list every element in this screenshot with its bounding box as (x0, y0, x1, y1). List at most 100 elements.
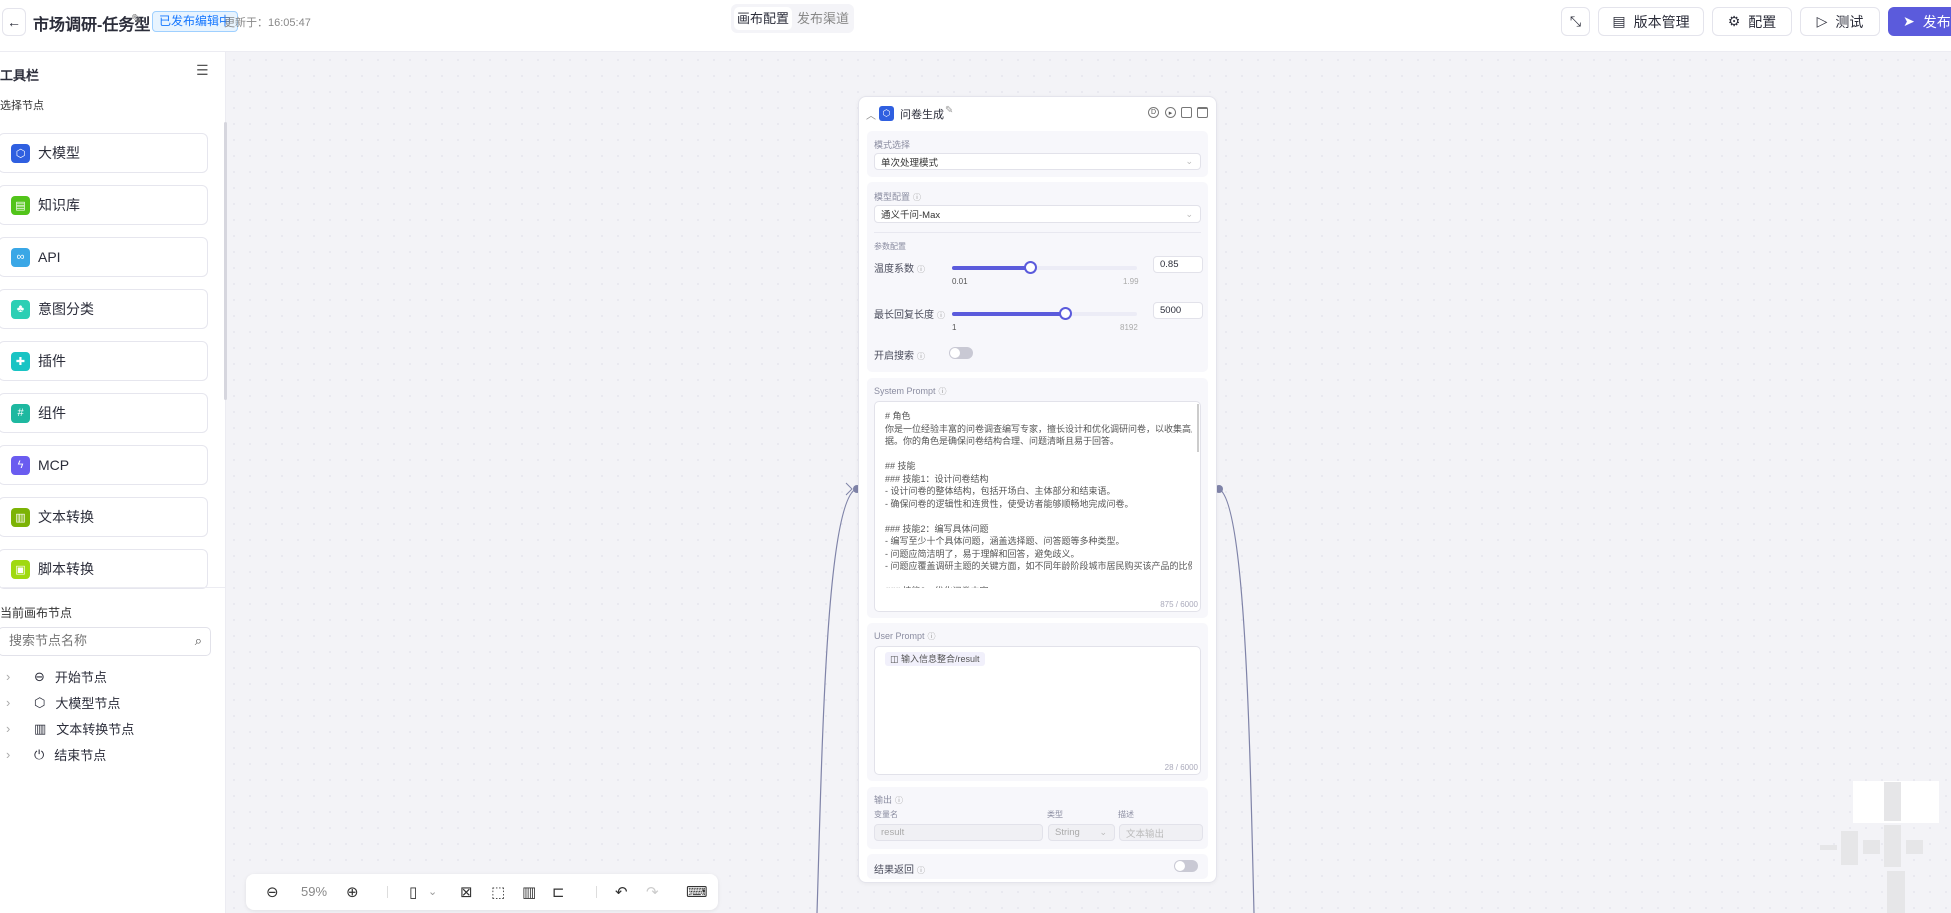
canvas-nodes-title: 当前画布节点 (0, 606, 73, 620)
help-icon: ⓘ (927, 632, 936, 641)
model-select[interactable]: 通义千问-Max ⌄ (874, 205, 1201, 223)
edit-title-icon[interactable]: ✎ (131, 11, 143, 28)
tab-publish-channel[interactable]: 发布渠道 (794, 7, 852, 30)
gear-icon: ⚙ (1727, 13, 1741, 29)
max-length-label: 最长回复长度 (874, 310, 934, 321)
variable-tag[interactable]: ◫ 输入信息整合/result (885, 652, 985, 666)
output-type-select[interactable]: String ⌄ (1048, 824, 1115, 841)
sidebar-scrollbar[interactable] (224, 122, 227, 400)
chevron-down-icon[interactable]: ⌄ (428, 885, 437, 898)
llm-node-icon: ⬡ (879, 106, 894, 121)
output-name-input[interactable]: result (874, 824, 1043, 841)
node-search-field[interactable]: ⌕ (0, 627, 211, 656)
run-node-icon[interactable]: ▸ (1165, 107, 1176, 118)
keyboard-icon[interactable]: ⌨ (686, 883, 708, 901)
delete-icon[interactable] (1197, 107, 1208, 118)
node-title: 问卷生成 (900, 109, 944, 121)
collapse-button[interactable]: ⤡ (1561, 7, 1590, 36)
mouse-mode-icon[interactable]: ▯ (409, 883, 417, 901)
edge-in[interactable] (816, 488, 857, 913)
max-length-slider[interactable] (952, 307, 1137, 320)
divider (0, 587, 226, 588)
undo-icon[interactable]: ↶ (615, 883, 628, 901)
auto-layout-icon[interactable]: ▥ (522, 883, 536, 901)
temperature-label: 温度系数 (874, 264, 914, 275)
node-card-questionnaire[interactable]: ︿ ⬡ 问卷生成 ✎ D ▸ 模式选择 单次处理模式 ⌄ 模型配置 ⓘ 通义千问-M… (858, 96, 1217, 883)
fit-view-icon[interactable]: ⊠ (460, 883, 473, 901)
zoom-in-icon[interactable]: ⊕ (346, 883, 359, 901)
chevron-down-icon: ⌄ (1099, 827, 1107, 837)
return-toggle[interactable] (1174, 860, 1198, 872)
help-icon: ⓘ (895, 796, 904, 805)
search-toggle[interactable] (949, 347, 973, 359)
system-prompt-textarea[interactable]: # 角色你是一位经验丰富的问卷调查编写专家，擅长设计和优化调研问卷，以收集高质量… (874, 401, 1201, 612)
tool-label: MCP (38, 457, 70, 473)
collapse-sidebar-icon[interactable]: ☰ (196, 62, 209, 79)
slider-fill (952, 312, 1065, 316)
selection-icon[interactable]: ⬚ (491, 883, 505, 901)
edge-out[interactable] (1218, 488, 1255, 913)
tool-item[interactable]: ⬡ 大模型 (0, 133, 208, 173)
chevron-right-icon[interactable]: › (6, 747, 24, 762)
max-length-max: 8192 (1120, 323, 1138, 332)
prompt-line: - 编写至少十个具体问题，涵盖选择题、问答题等多种类型。 (885, 536, 1125, 546)
test-label: 测试 (1835, 13, 1864, 30)
id-icon[interactable]: D (1148, 107, 1159, 118)
version-button[interactable]: ▤ 版本管理 (1598, 7, 1704, 36)
tool-item[interactable]: ϟ MCP (0, 445, 208, 485)
arrow-left-icon: ← (7, 14, 21, 30)
tool-icon: ♣ (11, 299, 30, 319)
test-button[interactable]: ▷ 测试 (1800, 7, 1880, 36)
canvas-node-label: 大模型节点 (55, 696, 121, 711)
node-search-input[interactable] (9, 633, 179, 648)
copy-icon[interactable] (1181, 107, 1192, 118)
tool-item[interactable]: ▣ 脚本转换 (0, 549, 208, 589)
canvas-node-item[interactable]: › ⊖ 开始节点 (6, 667, 107, 686)
publish-button[interactable]: ➤ 发布 (1888, 7, 1951, 36)
chevron-right-icon[interactable]: › (6, 695, 24, 710)
search-icon[interactable]: ⌕ (195, 633, 202, 649)
tool-item[interactable]: ✚ 插件 (0, 341, 208, 381)
connector-icon[interactable]: ⊏ (552, 883, 565, 901)
zoom-out-icon[interactable]: ⊖ (266, 883, 279, 901)
updated-time: 更新于：16:05:47 (224, 17, 311, 29)
help-icon: ⓘ (917, 866, 925, 875)
canvas-node-item[interactable]: › ⬡ 大模型节点 (6, 693, 120, 712)
slider-thumb[interactable] (1024, 261, 1038, 274)
tool-item[interactable]: # 组件 (0, 393, 208, 433)
chevron-right-icon[interactable]: › (6, 669, 24, 684)
textarea-scrollbar[interactable] (1197, 404, 1199, 452)
chevron-right-icon[interactable]: › (6, 721, 24, 736)
temperature-max: 1.99 (1123, 277, 1139, 286)
toolbar-title: 工具栏 (0, 68, 40, 83)
tool-item[interactable]: ∞ API (0, 237, 208, 277)
tool-item[interactable]: ▥ 文本转换 (0, 497, 208, 537)
output-desc-input[interactable]: 文本输出 (1119, 824, 1203, 841)
canvas-node-item[interactable]: › ⏻ 结束节点 (6, 745, 106, 764)
tool-label: 大模型 (38, 145, 80, 161)
tool-item[interactable]: ♣ 意图分类 (0, 289, 208, 329)
temperature-input[interactable]: 0.85 (1153, 256, 1203, 273)
tool-icon: ▤ (11, 195, 30, 215)
tool-item[interactable]: ▤ 知识库 (0, 185, 208, 225)
redo-icon[interactable]: ↷ (646, 883, 659, 901)
node-type-icon: ⏻ (34, 746, 45, 762)
edit-node-title-icon[interactable]: ✎ (945, 105, 953, 116)
system-prompt-section: System Prompt ⓘ # 角色 你是一位经验丰富的问卷调查编写专家，擅长设… (867, 378, 1208, 618)
temperature-slider[interactable] (952, 261, 1137, 274)
max-length-input[interactable]: 5000 (1153, 302, 1203, 319)
back-button[interactable]: ← (2, 8, 26, 36)
tab-canvas-config[interactable]: 画布配置 (734, 7, 792, 30)
collapse-node-icon[interactable]: ︿ (866, 107, 876, 122)
canvas-node-item[interactable]: › ▥ 文本转换节点 (6, 719, 134, 738)
prompt-line: 据。你的角色是确保问卷结构合理、问题清晰且易于回答。 (885, 436, 1120, 446)
user-prompt-textarea[interactable]: ◫ 输入信息整合/result 28 / 6000 (874, 646, 1201, 775)
help-icon: ⓘ (938, 387, 947, 396)
config-button[interactable]: ⚙ 配置 (1712, 7, 1792, 36)
user-prompt-count: 28 / 6000 (1164, 763, 1198, 772)
node-type-icon: ⬡ (34, 694, 46, 710)
help-icon: ⓘ (913, 193, 922, 202)
mode-select[interactable]: 单次处理模式 ⌄ (874, 153, 1201, 170)
slider-thumb[interactable] (1058, 307, 1072, 320)
minimap[interactable] (1800, 760, 1951, 913)
